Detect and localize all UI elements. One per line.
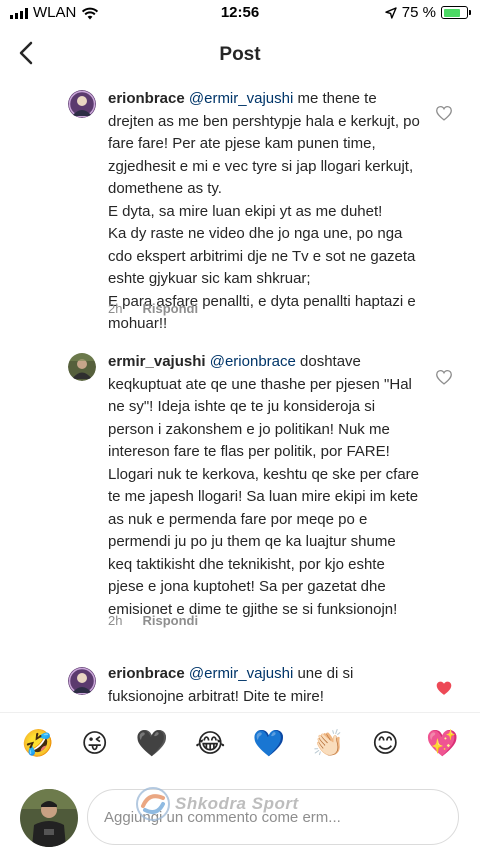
comment-text: erionbrace @ermir_vajushi une di si fuks… — [108, 663, 420, 708]
comment-username[interactable]: erionbrace — [108, 90, 185, 107]
battery-icon — [441, 6, 471, 19]
comment-mention[interactable]: @erionbrace — [210, 353, 296, 370]
comment-time: 2h — [108, 301, 123, 316]
comment-item: erionbrace @ermir_vajushi me thene te dr… — [0, 88, 480, 332]
reply-button[interactable]: Rispondi — [142, 613, 198, 628]
status-right: 75 % — [385, 4, 471, 21]
current-user-avatar[interactable] — [20, 789, 78, 847]
comment-item: ermir_vajushi @erionbrace doshtave keqku… — [0, 351, 480, 641]
tears-of-joy-emoji-button[interactable]: 😂 — [195, 729, 225, 759]
heart-icon[interactable] — [435, 369, 453, 385]
sparkling-heart-emoji-button[interactable]: 💖 — [426, 729, 458, 759]
winking-tongue-emoji-button[interactable]: 😜 — [81, 729, 108, 759]
current-user-avatar-image — [20, 789, 78, 847]
reply-button[interactable]: Rispondi — [142, 301, 198, 316]
avatar[interactable] — [68, 353, 96, 381]
comment-username[interactable]: erionbrace — [108, 665, 185, 682]
quick-emoji-bar: 🤣 😜 🖤 😂 💙 👏🏻 😊 💖 — [0, 729, 480, 759]
comment-text: ermir_vajushi @erionbrace doshtave keqku… — [108, 351, 420, 621]
rofl-emoji-button[interactable]: 🤣 — [22, 729, 54, 759]
comment-meta: 2h Rispondi — [108, 301, 198, 316]
nav-bar: Post — [0, 26, 480, 84]
blue-heart-emoji-button[interactable]: 💙 — [253, 729, 285, 759]
comment-body: doshtave keqkuptuat ate qe une thashe pe… — [108, 353, 420, 618]
avatar[interactable] — [68, 90, 96, 118]
avatar-image — [68, 353, 96, 381]
smiling-emoji-button[interactable]: 😊 — [372, 729, 399, 759]
avatar[interactable] — [68, 667, 96, 695]
heart-liked-icon[interactable] — [435, 680, 453, 696]
comment-composer: 🤣 😜 🖤 😂 💙 👏🏻 😊 💖 — [0, 712, 480, 853]
heart-icon[interactable] — [435, 105, 453, 121]
avatar-image — [68, 90, 96, 118]
location-arrow-icon — [385, 6, 397, 19]
avatar-image — [68, 667, 96, 695]
comment-item: erionbrace @ermir_vajushi une di si fuks… — [0, 663, 480, 712]
comment-time: 2h — [108, 613, 123, 628]
page-title: Post — [219, 44, 261, 65]
comment-meta: 2h Rispondi — [108, 613, 198, 628]
comment-text: erionbrace @ermir_vajushi me thene te dr… — [108, 88, 420, 336]
battery-level-fill — [443, 8, 460, 17]
black-heart-emoji-button[interactable]: 🖤 — [135, 729, 167, 759]
comment-mention[interactable]: @ermir_vajushi — [189, 90, 293, 107]
clapping-hands-emoji-button[interactable]: 👏🏻 — [312, 729, 344, 759]
battery-percent: 75 % — [401, 4, 436, 21]
comment-username[interactable]: ermir_vajushi — [108, 353, 206, 370]
comment-mention[interactable]: @ermir_vajushi — [189, 665, 293, 682]
comment-input[interactable] — [87, 789, 459, 845]
comment-body: me thene te drejten as me ben pershtypje… — [108, 90, 420, 332]
status-bar: WLAN 12:56 75 % — [0, 0, 480, 26]
